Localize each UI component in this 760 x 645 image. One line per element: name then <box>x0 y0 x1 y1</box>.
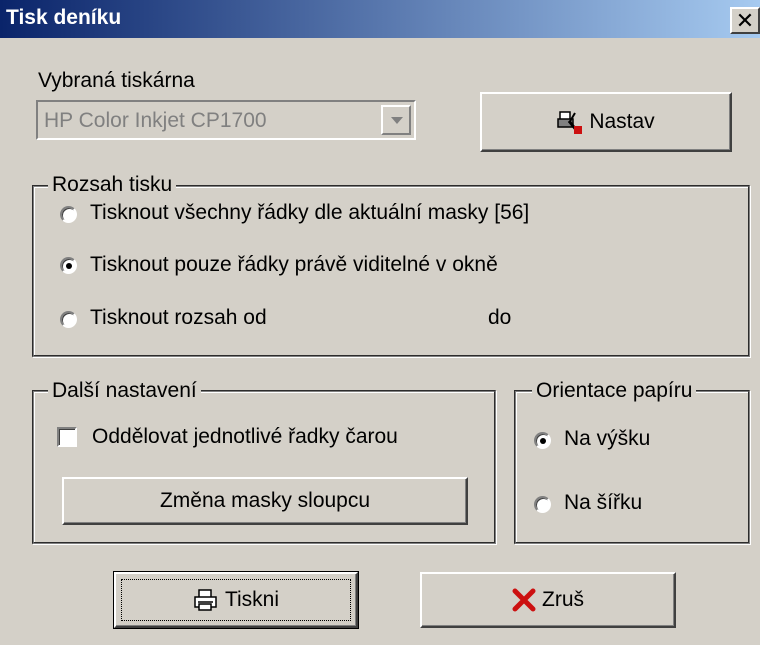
range-from-radio[interactable] <box>60 311 77 328</box>
orientation-landscape-label[interactable]: Na šířku <box>564 491 642 515</box>
printer-setup-label: Nastav <box>589 110 655 133</box>
window-title: Tisk deníku <box>6 6 122 29</box>
close-icon: ✕ <box>735 7 755 33</box>
printer-setup-icon <box>557 111 583 134</box>
other-settings-legend: Další nastavení <box>48 379 201 403</box>
range-all-label[interactable]: Tisknout všechny řádky dle aktuální mask… <box>90 201 529 225</box>
radio-selected-dot <box>540 438 546 444</box>
paper-orientation-group <box>514 390 750 544</box>
separator-lines-label[interactable]: Oddělovat jednotlivé řadky čarou <box>92 425 398 449</box>
radio-selected-dot <box>66 263 72 269</box>
change-column-mask-label: Změna masky sloupcu <box>159 489 371 512</box>
print-button[interactable]: Tiskni <box>113 571 359 629</box>
cancel-button-label: Zruš <box>542 588 584 611</box>
change-column-mask-button[interactable]: Změna masky sloupcu <box>62 477 468 525</box>
print-journal-dialog: Tisk deníku ✕ Vybraná tiskárna HP Color … <box>0 0 760 645</box>
range-visible-radio[interactable] <box>60 257 77 274</box>
cancel-button[interactable]: Zruš <box>420 572 676 628</box>
orientation-portrait-label[interactable]: Na výšku <box>564 427 650 451</box>
paper-orientation-legend: Orientace papíru <box>532 379 697 403</box>
range-all-radio[interactable] <box>60 206 77 223</box>
range-to-label: do <box>488 306 512 329</box>
printer-setup-button[interactable]: Nastav <box>480 92 732 152</box>
orientation-portrait-radio[interactable] <box>534 432 551 449</box>
close-button[interactable]: ✕ <box>730 7 760 34</box>
printer-select[interactable]: HP Color Inkjet CP1700 <box>36 100 416 140</box>
focus-rectangle <box>121 579 351 621</box>
printer-select-value: HP Color Inkjet CP1700 <box>44 109 267 132</box>
orientation-landscape-radio[interactable] <box>534 496 551 513</box>
separator-lines-checkbox[interactable] <box>57 427 77 447</box>
print-range-legend: Rozsah tisku <box>48 173 177 197</box>
red-x-icon <box>512 588 536 612</box>
chevron-down-icon[interactable] <box>381 105 411 135</box>
range-visible-label[interactable]: Tisknout pouze řádky právě viditelné v o… <box>90 253 498 277</box>
title-bar[interactable]: Tisk deníku ✕ <box>0 0 760 38</box>
printer-label: Vybraná tiskárna <box>38 69 195 92</box>
range-from-label[interactable]: Tisknout rozsah od <box>90 306 267 330</box>
